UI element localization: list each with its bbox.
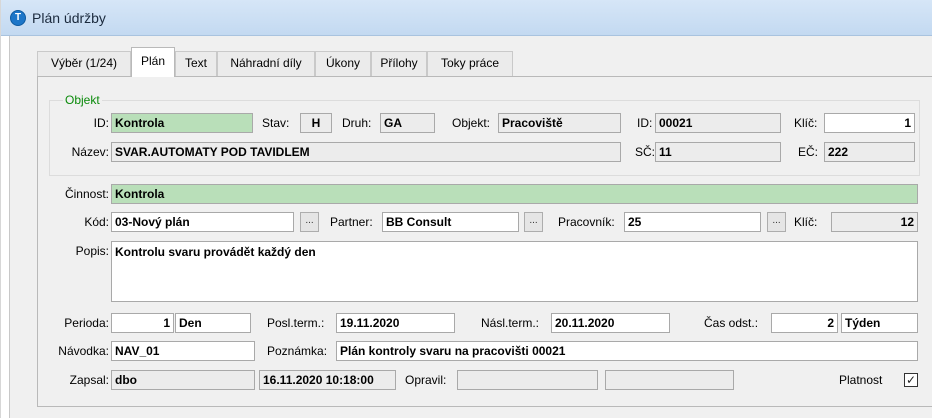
partner-lookup-button[interactable]: ... bbox=[524, 212, 543, 232]
druh-label: Druh: bbox=[342, 116, 372, 130]
partner-field[interactable]: BB Consult bbox=[382, 212, 519, 232]
zapsal-label: Zapsal: bbox=[69, 373, 109, 387]
popis-label: Popis: bbox=[75, 244, 109, 258]
cas-odst-label: Čas odst.: bbox=[704, 316, 759, 330]
objekt-id2-field: 00021 bbox=[655, 113, 781, 133]
perioda-label: Perioda: bbox=[64, 316, 109, 330]
objekt-id-label: ID: bbox=[93, 116, 109, 130]
title-bar: T Plán údržby bbox=[1, 0, 932, 36]
stav-field: H bbox=[300, 113, 332, 133]
cinnost-label: Činnost: bbox=[64, 187, 109, 201]
objekt-klic-label: Klíč: bbox=[794, 116, 818, 130]
tab-nahradni-dily[interactable]: Náhradní díly bbox=[217, 51, 315, 76]
nasl-term-field[interactable]: 20.11.2020 bbox=[551, 313, 670, 333]
app-icon: T bbox=[10, 10, 26, 26]
posl-term-field[interactable]: 19.11.2020 bbox=[336, 313, 455, 333]
zapsal-date-field: 16.11.2020 10:18:00 bbox=[259, 370, 396, 390]
klic-field: 12 bbox=[831, 212, 918, 232]
objekt-legend: Objekt bbox=[63, 93, 102, 107]
ec-field: 222 bbox=[824, 142, 915, 162]
cinnost-field[interactable]: Kontrola bbox=[111, 184, 918, 204]
platnost-label: Platnost bbox=[839, 373, 883, 387]
perioda-unit-field[interactable]: Den bbox=[175, 313, 251, 333]
tab-text[interactable]: Text bbox=[175, 51, 217, 76]
platnost-checkbox[interactable]: ✓ bbox=[904, 373, 918, 387]
stav-label: Stav: bbox=[262, 116, 290, 130]
tab-vyber[interactable]: Výběr (1/24) bbox=[37, 51, 131, 76]
kod-lookup-button[interactable]: ... bbox=[300, 212, 319, 232]
opravil-date-field bbox=[605, 370, 734, 390]
objekt-group bbox=[49, 100, 920, 176]
objekt-id-field: Kontrola bbox=[111, 113, 253, 133]
kod-field[interactable]: 03-Nový plán bbox=[111, 212, 294, 232]
pracovnik-lookup-button[interactable]: ... bbox=[767, 212, 786, 232]
posl-term-label: Posl.term.: bbox=[267, 316, 325, 330]
navodka-field[interactable]: NAV_01 bbox=[111, 341, 255, 361]
window: T Plán údržby Výběr (1/24) Plán Text Náh… bbox=[0, 0, 932, 418]
nasl-term-label: Násl.term.: bbox=[481, 316, 540, 330]
poznamka-field[interactable]: Plán kontroly svaru na pracovišti 00021 bbox=[336, 341, 918, 361]
objekt-label: Objekt: bbox=[452, 116, 491, 130]
nazev-label: Název: bbox=[71, 145, 109, 159]
sc-field: 11 bbox=[655, 142, 781, 162]
cas-odst-value-field[interactable]: 2 bbox=[771, 313, 838, 333]
opravil-field bbox=[457, 370, 598, 390]
tab-ukony[interactable]: Úkony bbox=[315, 51, 371, 76]
poznamka-label: Poznámka: bbox=[267, 344, 328, 358]
sc-label: SČ: bbox=[635, 145, 656, 159]
tab-prilohy[interactable]: Přílohy bbox=[371, 51, 427, 76]
druh-field: GA bbox=[380, 113, 435, 133]
objekt-klic-field[interactable]: 1 bbox=[824, 113, 915, 133]
tab-plan[interactable]: Plán bbox=[131, 47, 175, 77]
objekt-field: Pracoviště bbox=[498, 113, 621, 133]
pracovnik-field[interactable]: 25 bbox=[624, 212, 761, 232]
ec-label: EČ: bbox=[798, 145, 819, 159]
zapsal-field: dbo bbox=[111, 370, 255, 390]
tab-toky-prace[interactable]: Toky práce bbox=[427, 51, 513, 76]
kod-label: Kód: bbox=[84, 215, 109, 229]
pracovnik-label: Pracovník: bbox=[558, 215, 615, 229]
nazev-field: SVAR.AUTOMATY POD TAVIDLEM bbox=[111, 142, 621, 162]
opravil-label: Opravil: bbox=[405, 373, 447, 387]
cas-odst-unit-field[interactable]: Týden bbox=[841, 313, 918, 333]
partner-label: Partner: bbox=[330, 215, 373, 229]
klic-label: Klíč: bbox=[794, 215, 818, 229]
popis-textarea[interactable]: Kontrolu svaru provádět každý den bbox=[111, 241, 918, 302]
objekt-id2-label: ID: bbox=[637, 116, 653, 130]
window-title: Plán údržby bbox=[32, 10, 106, 26]
perioda-value-field[interactable]: 1 bbox=[111, 313, 174, 333]
navodka-label: Návodka: bbox=[58, 344, 109, 358]
